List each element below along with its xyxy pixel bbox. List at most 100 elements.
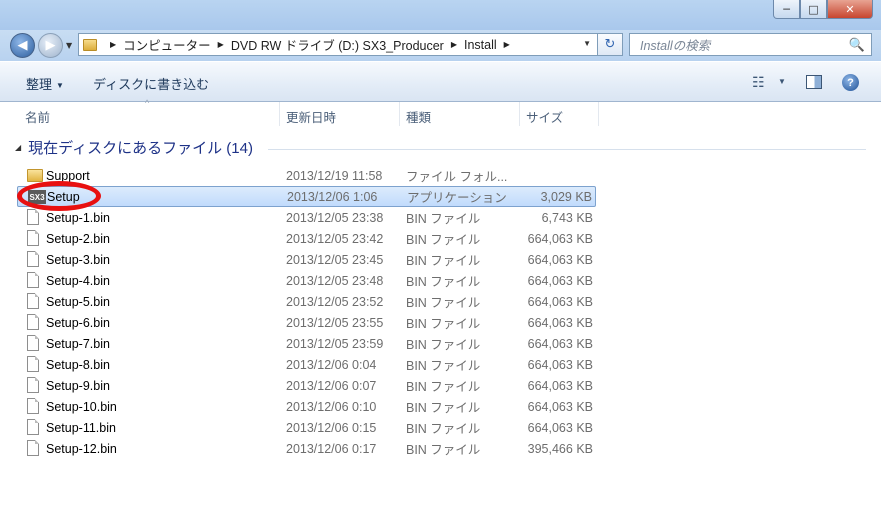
file-icon — [27, 230, 39, 246]
collapse-icon[interactable]: ◢ — [15, 143, 21, 152]
file-size: 664,063 KB — [527, 252, 593, 267]
file-size: 664,063 KB — [527, 378, 593, 393]
group-header[interactable]: ◢ 現在ディスクにあるファイル (14) — [15, 137, 253, 158]
file-date: 2013/12/06 0:04 — [286, 357, 377, 372]
file-icon-wrap — [27, 356, 39, 372]
burn-to-disc-button[interactable]: ディスクに書き込む — [93, 74, 209, 93]
file-icon-wrap — [27, 230, 39, 246]
preview-pane-icon[interactable] — [806, 75, 822, 89]
file-row[interactable]: Setup-10.bin 2013/12/06 0:10 BIN ファイル 664,0… — [17, 396, 596, 417]
file-row[interactable]: Setup-6.bin 2013/12/05 23:55 BIN ファイル 664,0… — [17, 312, 596, 333]
file-icon — [27, 440, 39, 456]
file-row[interactable]: Setup-11.bin 2013/12/06 0:15 BIN ファイル 664,0… — [17, 417, 596, 438]
search-placeholder: Installの検索 — [640, 39, 711, 53]
file-icon-wrap — [27, 251, 39, 267]
refresh-button[interactable]: ↻ — [598, 33, 623, 56]
search-input[interactable]: Installの検索 🔍 — [629, 33, 872, 56]
forward-button[interactable]: ▶ — [38, 33, 63, 58]
column-header-name[interactable]: 名前 — [25, 107, 50, 126]
close-button[interactable]: ✕ — [827, 0, 873, 19]
file-type: BIN ファイル — [406, 254, 481, 268]
column-header-size[interactable]: サイズ — [526, 107, 563, 126]
column-divider[interactable] — [279, 102, 280, 126]
address-bar[interactable]: ▶ コンピューター ▶ DVD RW ドライブ (D:) SX3_Produce… — [78, 33, 598, 56]
help-icon[interactable]: ? — [842, 74, 859, 91]
file-name: Setup-11.bin — [46, 420, 116, 435]
file-icon — [27, 314, 39, 330]
file-icon-wrap — [27, 440, 39, 456]
file-icon — [27, 251, 39, 267]
file-size: 6,743 KB — [541, 210, 593, 225]
highlight-ring — [17, 181, 101, 211]
back-button[interactable]: ◀ — [10, 33, 35, 58]
column-header-type[interactable]: 種類 — [406, 107, 431, 126]
column-divider[interactable] — [519, 102, 520, 126]
file-icon — [27, 272, 39, 288]
file-icon — [27, 398, 39, 414]
address-dropdown-icon[interactable]: ▼ — [583, 39, 591, 48]
view-dropdown-icon[interactable]: ▼ — [778, 77, 786, 86]
maximize-button[interactable]: □ — [800, 0, 827, 19]
file-type: ファイル フォル... — [406, 170, 508, 184]
breadcrumb-separator-icon[interactable]: ▶ — [218, 40, 224, 49]
file-row[interactable]: Setup-7.bin 2013/12/05 23:59 BIN ファイル 664,0… — [17, 333, 596, 354]
file-date: 2013/12/05 23:45 — [286, 252, 384, 267]
file-icon — [27, 293, 39, 309]
breadcrumb-install[interactable]: Install — [464, 38, 497, 52]
file-name: Setup-5.bin — [46, 294, 110, 309]
file-row[interactable]: Setup-5.bin 2013/12/05 23:52 BIN ファイル 664,0… — [17, 291, 596, 312]
file-name: Setup-10.bin — [46, 399, 117, 414]
minimize-button[interactable]: ─ — [773, 0, 800, 19]
file-row[interactable]: Setup-9.bin 2013/12/06 0:07 BIN ファイル 664,06… — [17, 375, 596, 396]
search-icon[interactable]: 🔍 — [849, 37, 865, 53]
window-controls: ─ □ ✕ — [773, 0, 873, 19]
file-date: 2013/12/19 11:58 — [286, 168, 383, 183]
file-type: BIN ファイル — [406, 338, 481, 352]
file-row[interactable]: Setup-1.bin 2013/12/05 23:38 BIN ファイル 6,743… — [17, 207, 596, 228]
file-row[interactable]: SX3 Setup 2013/12/06 1:06 アプリケーション 3,029 KB — [17, 186, 596, 207]
file-size: 664,063 KB — [527, 273, 593, 288]
command-toolbar: 整理 ▼ ディスクに書き込む ☷ ▼ ? — [0, 61, 881, 102]
file-icon — [27, 209, 39, 225]
file-size: 664,063 KB — [527, 294, 593, 309]
file-name: Setup-12.bin — [46, 441, 117, 456]
file-row[interactable]: Support 2013/12/19 11:58 ファイル フォル... — [17, 165, 596, 186]
file-date: 2013/12/05 23:42 — [286, 231, 384, 246]
breadcrumb-computer[interactable]: コンピューター — [123, 35, 211, 54]
breadcrumb-separator-icon[interactable]: ▶ — [110, 40, 116, 49]
file-row[interactable]: Setup-3.bin 2013/12/05 23:45 BIN ファイル 664,0… — [17, 249, 596, 270]
file-row[interactable]: Setup-4.bin 2013/12/05 23:48 BIN ファイル 664,0… — [17, 270, 596, 291]
file-date: 2013/12/05 23:38 — [286, 210, 384, 225]
view-options-icon[interactable]: ☷ — [752, 74, 765, 91]
file-icon-wrap — [27, 209, 39, 225]
column-divider[interactable] — [399, 102, 400, 126]
breadcrumb-separator-icon[interactable]: ▶ — [451, 40, 457, 49]
file-size: 664,063 KB — [527, 399, 593, 414]
file-type: アプリケーション — [407, 191, 507, 205]
column-divider[interactable] — [598, 102, 599, 126]
file-name: Setup-1.bin — [46, 210, 110, 225]
file-date: 2013/12/06 0:17 — [286, 441, 377, 456]
group-label: 現在ディスクにあるファイル (14) — [28, 140, 253, 157]
column-header-date[interactable]: 更新日時 — [286, 107, 336, 126]
breadcrumb-separator-icon[interactable]: ▶ — [504, 40, 510, 49]
column-headers: 名前 ^ 更新日時 種類 サイズ — [0, 98, 881, 126]
file-type: BIN ファイル — [406, 212, 481, 226]
file-date: 2013/12/05 23:59 — [286, 336, 384, 351]
breadcrumb-dvd-drive[interactable]: DVD RW ドライブ (D:) SX3_Producer — [231, 35, 444, 54]
file-row[interactable]: Setup-2.bin 2013/12/05 23:42 BIN ファイル 664,0… — [17, 228, 596, 249]
file-date: 2013/12/06 0:15 — [286, 420, 377, 435]
file-row[interactable]: Setup-12.bin 2013/12/06 0:17 BIN ファイル 395,4… — [17, 438, 596, 459]
file-type: BIN ファイル — [406, 359, 481, 373]
organize-button[interactable]: 整理 ▼ — [26, 74, 64, 93]
file-date: 2013/12/05 23:48 — [286, 273, 384, 288]
file-size: 395,466 KB — [527, 441, 593, 456]
file-type: BIN ファイル — [406, 317, 481, 331]
file-size: 3,029 KB — [540, 189, 592, 204]
recent-pages-dropdown[interactable]: ▼ — [66, 41, 72, 50]
file-size: 664,063 KB — [527, 420, 593, 435]
file-type: BIN ファイル — [406, 443, 481, 457]
file-icon — [27, 335, 39, 351]
file-type: BIN ファイル — [406, 422, 481, 436]
file-row[interactable]: Setup-8.bin 2013/12/06 0:04 BIN ファイル 664,06… — [17, 354, 596, 375]
